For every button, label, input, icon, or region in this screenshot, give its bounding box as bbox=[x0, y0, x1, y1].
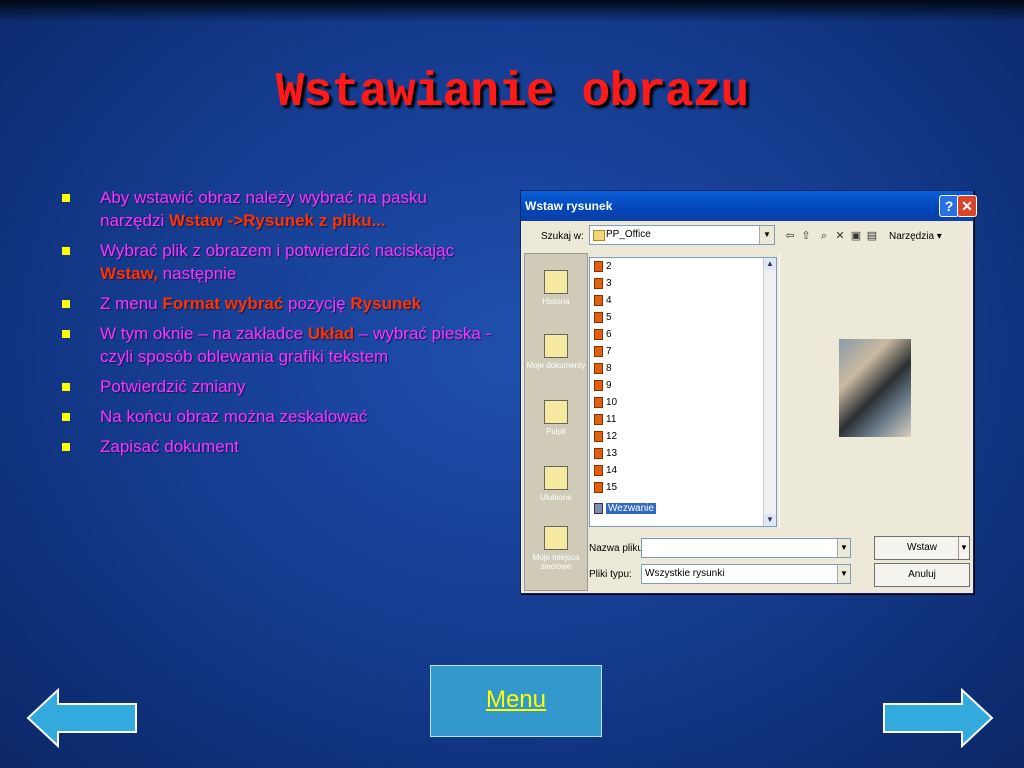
insert-picture-dialog: Wstaw rysunek ? ✕ Szukaj w: PP_Office ▼ … bbox=[520, 190, 977, 594]
dialog-title: Wstaw rysunek bbox=[525, 199, 613, 213]
places-item-network[interactable]: Moje miejsca sieciowe bbox=[525, 526, 587, 571]
places-item-desktop[interactable]: Pulpit bbox=[525, 400, 587, 436]
top-band bbox=[0, 0, 1024, 22]
menu-button[interactable]: Menu bbox=[430, 665, 602, 737]
list-item[interactable]: 15 bbox=[594, 479, 617, 496]
places-item-my-documents[interactable]: Moje dokumenty bbox=[525, 334, 587, 370]
bullet-square-icon bbox=[62, 194, 70, 202]
tools-menu[interactable]: Narzędzia ▾ bbox=[889, 231, 942, 242]
chevron-down-icon: ▼ bbox=[759, 226, 774, 244]
file-icon bbox=[594, 447, 603, 459]
file-icon bbox=[594, 362, 603, 374]
preview-image bbox=[839, 339, 911, 437]
cancel-button[interactable]: Anuluj bbox=[874, 563, 970, 587]
file-icon bbox=[594, 464, 603, 476]
file-icon bbox=[594, 379, 603, 391]
desktop-icon bbox=[544, 400, 568, 424]
file-icon bbox=[594, 481, 603, 493]
places-item-history[interactable]: Historia bbox=[525, 270, 587, 306]
file-icon bbox=[594, 430, 603, 442]
filetype-label: Pliki typu: bbox=[589, 569, 632, 580]
list-item-selected[interactable]: Wezwanie bbox=[594, 500, 656, 517]
new-folder-icon[interactable]: ▣ bbox=[849, 229, 863, 243]
places-item-favorites[interactable]: Ulubione bbox=[525, 466, 587, 502]
list-item[interactable]: 14 bbox=[594, 462, 617, 479]
slide-title: Wstawianie obrazu bbox=[275, 66, 750, 120]
bullet-item: Aby wstawić obraz należy wybrać na pasku… bbox=[62, 186, 492, 232]
close-button[interactable]: ✕ bbox=[957, 195, 977, 217]
list-item[interactable]: 3 bbox=[594, 275, 612, 292]
file-icon bbox=[594, 502, 603, 514]
filetype-select[interactable]: Wszystkie rysunki ▼ bbox=[641, 564, 851, 584]
scrollbar[interactable]: ▲ ▼ bbox=[763, 258, 776, 526]
menu-link[interactable]: Menu bbox=[431, 686, 601, 714]
list-item[interactable]: 7 bbox=[594, 343, 612, 360]
chevron-down-icon[interactable]: ▼ bbox=[764, 514, 776, 526]
left-arrow-icon[interactable] bbox=[26, 688, 138, 748]
bullet-square-icon bbox=[62, 383, 70, 391]
bullet-item: Potwierdzić zmiany bbox=[62, 375, 492, 398]
file-icon bbox=[594, 277, 603, 289]
filename-label: Nazwa pliku: bbox=[589, 543, 646, 554]
bullet-item: Z menu Format wybrać pozycję Rysunek bbox=[62, 292, 492, 315]
file-icon bbox=[594, 328, 603, 340]
list-item[interactable]: 11 bbox=[594, 411, 616, 428]
bullet-square-icon bbox=[62, 413, 70, 421]
chevron-down-icon[interactable]: ▼ bbox=[958, 537, 969, 559]
bullet-item: Na końcu obraz można zeskalować bbox=[62, 405, 492, 428]
list-item[interactable]: 13 bbox=[594, 445, 617, 462]
search-web-icon[interactable]: ⌕ bbox=[817, 229, 831, 243]
bullet-item: Zapisać dokument bbox=[62, 435, 492, 458]
favorites-icon bbox=[544, 466, 568, 490]
file-list[interactable]: 2 3 4 5 6 7 8 9 10 11 12 13 14 15 Wezwan… bbox=[589, 257, 777, 527]
file-icon bbox=[594, 311, 603, 323]
dialog-titlebar: Wstaw rysunek ? ✕ bbox=[521, 191, 977, 221]
back-icon[interactable]: ⇦ bbox=[783, 229, 797, 243]
up-folder-icon[interactable]: ⇧ bbox=[799, 229, 813, 243]
look-in-select[interactable]: PP_Office ▼ bbox=[589, 225, 775, 245]
right-arrow-icon[interactable] bbox=[882, 688, 994, 748]
chevron-up-icon[interactable]: ▲ bbox=[764, 258, 776, 270]
bullet-square-icon bbox=[62, 443, 70, 451]
help-button[interactable]: ? bbox=[939, 195, 959, 217]
bullet-square-icon bbox=[62, 330, 70, 338]
list-item[interactable]: 2 bbox=[594, 258, 612, 275]
list-item[interactable]: 10 bbox=[594, 394, 617, 411]
chevron-down-icon: ▼ bbox=[837, 565, 850, 583]
list-item[interactable]: 9 bbox=[594, 377, 612, 394]
bullet-square-icon bbox=[62, 247, 70, 255]
list-item[interactable]: 6 bbox=[594, 326, 612, 343]
places-bar: Historia Moje dokumenty Pulpit Ulubione … bbox=[524, 253, 588, 591]
bullet-item: W tym oknie – na zakładce Układ – wybrać… bbox=[62, 322, 492, 368]
list-item[interactable]: 8 bbox=[594, 360, 612, 377]
file-icon bbox=[594, 260, 603, 272]
bullet-item: Wybrać plik z obrazem i potwierdzić naci… bbox=[62, 239, 492, 285]
chevron-down-icon: ▼ bbox=[837, 539, 850, 557]
list-item[interactable]: 5 bbox=[594, 309, 612, 326]
look-in-label: Szukaj w: bbox=[541, 231, 584, 242]
file-icon bbox=[594, 345, 603, 357]
list-item[interactable]: 12 bbox=[594, 428, 617, 445]
documents-icon bbox=[544, 334, 568, 358]
file-icon bbox=[594, 396, 603, 408]
insert-button[interactable]: Wstaw ▼ bbox=[874, 536, 970, 560]
folder-icon bbox=[593, 230, 605, 241]
network-icon bbox=[544, 526, 568, 550]
filename-input[interactable]: ▼ bbox=[641, 538, 851, 558]
delete-icon[interactable]: ✕ bbox=[833, 229, 847, 243]
bullet-square-icon bbox=[62, 300, 70, 308]
file-icon bbox=[594, 413, 603, 425]
history-icon bbox=[544, 270, 568, 294]
file-icon bbox=[594, 294, 603, 306]
bullet-list: Aby wstawić obraz należy wybrać na pasku… bbox=[62, 186, 492, 465]
views-icon[interactable]: ▤ bbox=[865, 229, 879, 243]
list-item[interactable]: 4 bbox=[594, 292, 612, 309]
